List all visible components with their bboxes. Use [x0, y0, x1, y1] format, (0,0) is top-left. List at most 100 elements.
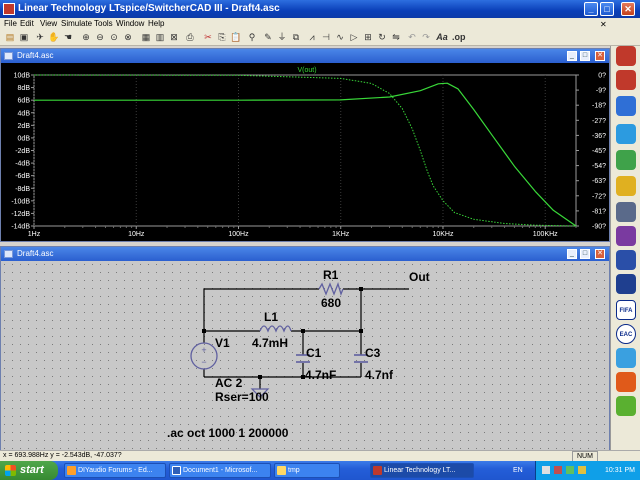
taskbar-item-tmp[interactable]: tmp [274, 463, 340, 478]
tray-icon-4[interactable] [578, 466, 586, 474]
wire-icon[interactable]: ✎ [262, 31, 274, 43]
zoom-fit-icon[interactable]: ⊙ [108, 31, 120, 43]
close-button[interactable]: ✕ [621, 2, 635, 16]
r1-value-label[interactable]: 680 [321, 296, 341, 310]
run-icon[interactable]: ✈ [34, 31, 46, 43]
copy-icon[interactable]: ⎘ [216, 31, 228, 43]
main-title-bar[interactable]: Linear Technology LTspice/SwitcherCAD II… [0, 0, 640, 18]
menu-window[interactable]: Window [116, 18, 144, 29]
c1-value-label[interactable]: 4.7nF [305, 368, 336, 382]
schematic-maximize-button[interactable]: □ [580, 249, 590, 259]
trace-label[interactable]: V(out) [297, 67, 316, 74]
capacitor-icon[interactable]: ⊣ [320, 31, 332, 43]
language-indicator[interactable]: EN [513, 461, 523, 480]
desktop-app-icon-15[interactable] [616, 396, 636, 416]
save-icon[interactable]: ▣ [18, 31, 30, 43]
rotate-icon[interactable]: ↻ [376, 31, 388, 43]
undo-icon[interactable]: ↶ [406, 31, 418, 43]
clock[interactable]: 10:31 PM [605, 461, 635, 480]
taskbar-item-document1[interactable]: Document1 - Microsof... [169, 463, 271, 478]
schematic-window-title-bar[interactable]: Draft4.asc _ □ ✕ [1, 247, 609, 261]
l1-value-label[interactable]: 4.7mH [252, 336, 288, 350]
desktop-app-icon-14[interactable] [616, 372, 636, 392]
diode-icon[interactable]: ▷ [348, 31, 360, 43]
source-ac-label[interactable]: AC 2 [215, 376, 243, 390]
schematic-canvas[interactable]: + − R1 680 Out L1 4.7mH V1 C1 4.7nF C3 4… [1, 261, 609, 451]
menu-file[interactable]: File [4, 18, 17, 29]
desktop-app-icon-4[interactable] [616, 124, 636, 144]
desktop-app-icon-7[interactable] [616, 202, 636, 222]
zoom-in-icon[interactable]: ⊕ [80, 31, 92, 43]
cascade-icon[interactable]: ▥ [154, 31, 166, 43]
y-left-tick-label: 8dB [18, 85, 31, 92]
tray-icon-2[interactable] [554, 466, 562, 474]
c3-name-label[interactable]: C3 [365, 346, 381, 360]
paste-icon[interactable]: 📋 [230, 31, 242, 43]
find-icon[interactable]: ⚲ [246, 31, 258, 43]
menu-simulate[interactable]: Simulate [61, 18, 92, 29]
redo-icon[interactable]: ↷ [420, 31, 432, 43]
plot-window-title-bar[interactable]: Draft4.asc _ □ ✕ [1, 49, 609, 63]
maximize-button[interactable]: □ [600, 2, 614, 16]
spice-directive-icon[interactable]: .op [452, 31, 466, 43]
taskbar-item-ltspice[interactable]: Linear Technology LT... [370, 463, 474, 478]
desktop-app-icon-13[interactable] [616, 348, 636, 368]
hand-icon[interactable]: ☚ [62, 31, 74, 43]
eac-icon[interactable]: EAC [616, 324, 636, 344]
c3-value-label[interactable]: 4.7nf [365, 368, 394, 382]
taskbar: start DIYaudio Forums - Ed... Document1 … [0, 461, 640, 480]
ltspice-icon [373, 466, 382, 475]
schematic-minimize-button[interactable]: _ [567, 249, 577, 259]
tray-icon-1[interactable] [542, 466, 550, 474]
tray-icon-3[interactable] [566, 466, 574, 474]
desktop-app-icon-9[interactable] [616, 250, 636, 270]
r1-name-label[interactable]: R1 [323, 268, 339, 282]
desktop-app-icon-5[interactable] [616, 150, 636, 170]
inductor-icon[interactable]: ∿ [334, 31, 346, 43]
c1-name-label[interactable]: C1 [306, 346, 322, 360]
fifa-icon[interactable]: FIFA [616, 300, 636, 320]
spice-directive-text[interactable]: .ac oct 1000 1 200000 [167, 426, 289, 440]
menu-help[interactable]: Help [148, 18, 164, 29]
phase-trace[interactable] [33, 74, 577, 227]
autoscale-icon[interactable]: ⊗ [122, 31, 134, 43]
out-net-label[interactable]: Out [409, 270, 430, 284]
plot-minimize-button[interactable]: _ [567, 51, 577, 61]
v1-name-label[interactable]: V1 [215, 336, 230, 350]
desktop-app-icon-3[interactable] [616, 96, 636, 116]
halt-icon[interactable]: ✋ [48, 31, 60, 43]
desktop-app-icon-10[interactable] [616, 274, 636, 294]
close-all-icon[interactable]: ⊠ [168, 31, 180, 43]
desktop-app-icon-8[interactable] [616, 226, 636, 246]
menu-view[interactable]: View [40, 18, 57, 29]
source-rser-label[interactable]: Rser=100 [215, 390, 269, 404]
menu-tools[interactable]: Tools [94, 18, 113, 29]
y-left-tick-label: -2dB [15, 148, 30, 155]
desktop-app-icon-6[interactable] [616, 176, 636, 196]
l1-name-label[interactable]: L1 [264, 310, 278, 324]
schematic-window[interactable]: Draft4.asc _ □ ✕ + − R1 680 Out L1 4.7mH… [0, 246, 610, 452]
label-icon[interactable]: ⧉ [290, 31, 302, 43]
plot-window[interactable]: Draft4.asc _ □ ✕ 10dB 8dB 6dB 4dB 2dB 0dB -2dB… [0, 48, 610, 242]
desktop-app-icon-1[interactable] [616, 46, 636, 66]
resistor-icon[interactable]: ⩘ [306, 31, 318, 43]
plot-close-button[interactable]: ✕ [595, 51, 605, 61]
desktop-app-icon-2[interactable] [616, 70, 636, 90]
tile-icon[interactable]: ▦ [140, 31, 152, 43]
start-button[interactable]: start [0, 461, 58, 480]
taskbar-item-diyaudio[interactable]: DIYaudio Forums - Ed... [64, 463, 166, 478]
ground-icon[interactable]: ⏚ [276, 31, 288, 43]
component-icon[interactable]: ⊞ [362, 31, 374, 43]
mirror-icon[interactable]: ⇋ [390, 31, 402, 43]
open-icon[interactable]: ▤ [4, 31, 16, 43]
plot-maximize-button[interactable]: □ [580, 51, 590, 61]
magnitude-trace[interactable] [34, 82, 577, 227]
cut-icon[interactable]: ✂ [202, 31, 214, 43]
bode-plot[interactable]: 10dB 8dB 6dB 4dB 2dB 0dB -2dB -4dB -6dB -8dB -10dB… [1, 63, 609, 241]
text-icon[interactable]: Aa [436, 31, 448, 43]
print-icon[interactable]: ⎙ [184, 31, 196, 43]
menu-edit[interactable]: Edit [20, 18, 34, 29]
minimize-button[interactable]: _ [584, 2, 598, 16]
schematic-close-button[interactable]: ✕ [595, 249, 605, 259]
zoom-out-icon[interactable]: ⊖ [94, 31, 106, 43]
